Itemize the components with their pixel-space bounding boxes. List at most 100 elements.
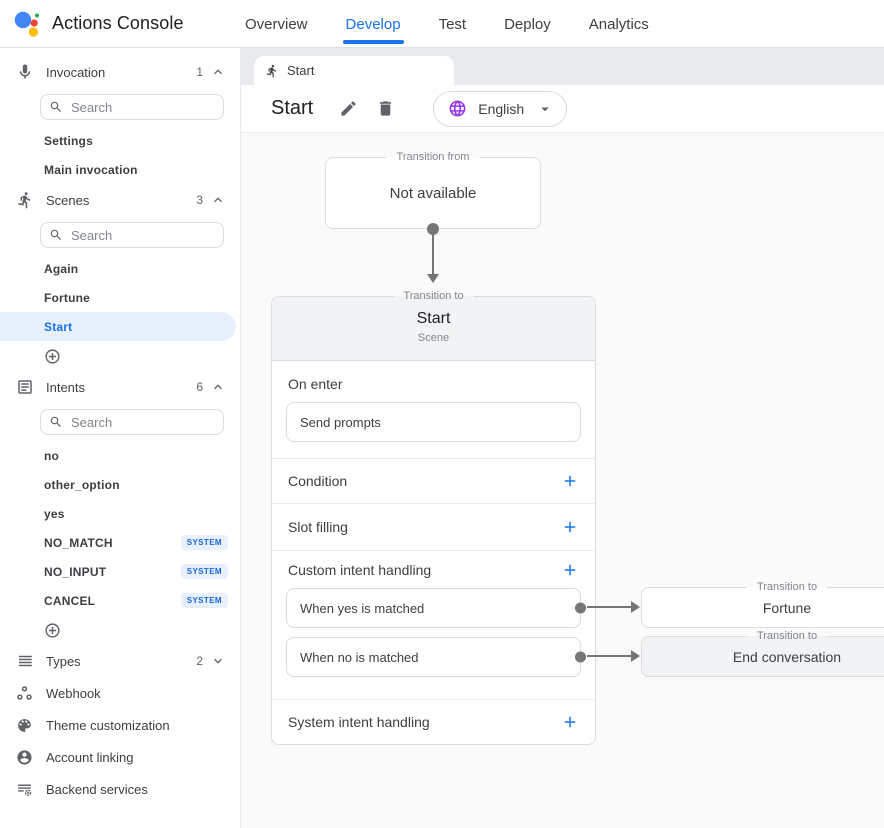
section-types[interactable]: Types 2: [0, 645, 240, 677]
google-assistant-logo: [10, 6, 44, 42]
sidebar-item-start[interactable]: Start: [0, 312, 236, 341]
custom-intent-section: Custom intent handling When yes is match…: [272, 550, 595, 699]
arrowhead-right: [631, 650, 640, 662]
section-scenes[interactable]: Scenes 3: [0, 184, 240, 216]
link-label: Webhook: [46, 686, 101, 701]
scene-title: Start: [271, 97, 313, 120]
system-badge: SYSTEM: [181, 593, 228, 608]
section-count: 1: [196, 65, 203, 79]
add-system-intent-button[interactable]: [561, 713, 579, 731]
add-slot-button[interactable]: [561, 518, 579, 536]
transition-target-end-conversation[interactable]: Transition to End conversation: [641, 636, 884, 677]
section-label: Scenes: [46, 193, 89, 208]
main-area: Start Start English Transition from Not …: [241, 48, 884, 828]
sidebar-item-backend-services[interactable]: Backend services: [0, 773, 240, 805]
intent-label: CANCEL: [44, 594, 95, 608]
sidebar-item-again[interactable]: Again: [0, 254, 240, 283]
on-enter-label: On enter: [288, 376, 581, 392]
pencil-icon: [339, 99, 358, 118]
palette-icon: [16, 717, 33, 734]
search-icon: [49, 100, 63, 114]
tab-bar: Start: [241, 48, 884, 85]
arrowhead-down: [427, 274, 439, 283]
connector-line: [587, 606, 632, 608]
globe-icon: [448, 99, 467, 118]
sidebar-item-no[interactable]: no: [0, 441, 240, 470]
transition-to-legend: Transition to: [747, 630, 827, 642]
invocation-search: [40, 94, 224, 120]
top-nav: Overview Develop Test Deploy Analytics: [245, 0, 649, 48]
sidebar-item-theme-customization[interactable]: Theme customization: [0, 709, 240, 741]
edit-button[interactable]: [335, 95, 362, 122]
on-enter-section: On enter Send prompts: [272, 361, 595, 458]
list-gear-icon: [16, 781, 33, 798]
running-person-icon: [16, 191, 34, 209]
slot-filling-label: Slot filling: [288, 519, 348, 535]
section-label: Intents: [46, 380, 85, 395]
nav-deploy[interactable]: Deploy: [504, 0, 551, 48]
handler-when-no[interactable]: When no is matched: [286, 637, 581, 677]
tab-start[interactable]: Start: [254, 56, 454, 85]
arrowhead-right: [631, 601, 640, 613]
sidebar-item-webhook[interactable]: Webhook: [0, 677, 240, 709]
plus-circle-icon: [44, 622, 61, 639]
system-badge: SYSTEM: [181, 564, 228, 579]
search-input[interactable]: [71, 228, 241, 243]
link-label: Account linking: [46, 750, 133, 765]
target-label: End conversation: [733, 649, 841, 665]
search-input[interactable]: [71, 100, 241, 115]
section-intents[interactable]: Intents 6: [0, 371, 240, 403]
link-label: Backend services: [46, 782, 148, 797]
sidebar-item-account-linking[interactable]: Account linking: [0, 741, 240, 773]
add-scene-button[interactable]: [0, 341, 240, 371]
plus-icon: [561, 472, 579, 490]
send-prompts-button[interactable]: Send prompts: [286, 402, 581, 442]
sidebar-item-cancel[interactable]: CANCEL SYSTEM: [0, 586, 240, 615]
sidebar-item-no-match[interactable]: NO_MATCH SYSTEM: [0, 528, 240, 557]
intent-label: NO_INPUT: [44, 565, 106, 579]
sidebar-item-other-option[interactable]: other_option: [0, 470, 240, 499]
chevron-up-icon: [210, 192, 226, 208]
system-intent-label: System intent handling: [288, 714, 430, 730]
delete-button[interactable]: [372, 95, 399, 122]
transition-from-value: Not available: [390, 185, 477, 202]
plus-circle-icon: [44, 348, 61, 365]
search-input[interactable]: [71, 415, 241, 430]
add-intent-button[interactable]: [0, 615, 240, 645]
plus-icon: [561, 518, 579, 536]
add-custom-intent-button[interactable]: [561, 561, 579, 579]
connector-line: [432, 229, 434, 274]
transition-target-fortune[interactable]: Transition to Fortune: [641, 587, 884, 628]
plus-icon: [561, 561, 579, 579]
section-count: 2: [196, 654, 203, 668]
slot-filling-row: Slot filling: [272, 503, 595, 550]
section-label: Types: [46, 654, 81, 669]
chevron-up-icon: [210, 379, 226, 395]
connector-line: [587, 655, 632, 657]
add-condition-button[interactable]: [561, 472, 579, 490]
sidebar-item-yes[interactable]: yes: [0, 499, 240, 528]
language-selector[interactable]: English: [433, 91, 567, 127]
nav-overview[interactable]: Overview: [245, 0, 308, 48]
sidebar-item-settings[interactable]: Settings: [0, 126, 240, 155]
system-badge: SYSTEM: [181, 535, 228, 550]
section-count: 3: [196, 193, 203, 207]
sidebar-item-fortune[interactable]: Fortune: [0, 283, 240, 312]
transition-to-legend: Transition to: [393, 290, 473, 302]
caret-down-icon: [536, 100, 554, 118]
app-header: Actions Console Overview Develop Test De…: [0, 0, 884, 48]
search-icon: [49, 415, 63, 429]
nav-analytics[interactable]: Analytics: [589, 0, 649, 48]
scene-card: Transition to Start Scene On enter Send …: [271, 296, 596, 745]
handler-when-yes[interactable]: When yes is matched: [286, 588, 581, 628]
scene-canvas: Transition from Not available Transition…: [241, 133, 884, 828]
sidebar-item-main-invocation[interactable]: Main invocation: [0, 155, 240, 184]
section-count: 6: [196, 380, 203, 394]
nav-develop[interactable]: Develop: [346, 0, 401, 48]
condition-row: Condition: [272, 458, 595, 503]
section-invocation[interactable]: Invocation 1: [0, 56, 240, 88]
nav-test[interactable]: Test: [439, 0, 467, 48]
article-icon: [16, 378, 34, 396]
sidebar-item-no-input[interactable]: NO_INPUT SYSTEM: [0, 557, 240, 586]
plus-icon: [561, 713, 579, 731]
